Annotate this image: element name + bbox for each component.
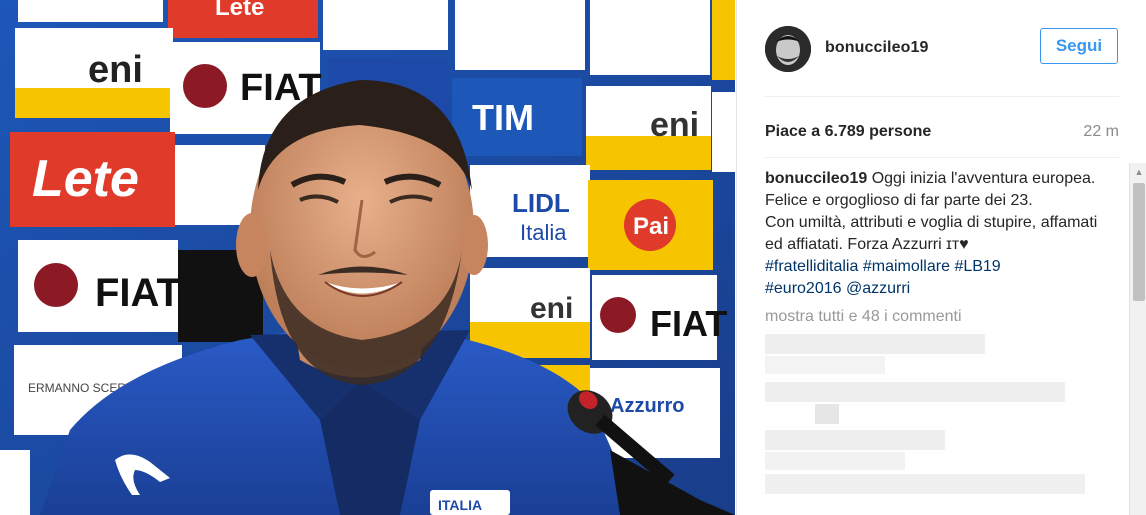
scroll-up-arrow-icon[interactable]: ▲ <box>1130 163 1146 179</box>
comments-scrollbar[interactable]: ▲ <box>1129 163 1146 515</box>
photo-scene: Lete eni FIAT TIM eni Lete LIDL Italia P… <box>0 0 735 515</box>
hashtag-lb19[interactable]: #LB19 <box>954 258 1000 275</box>
post-header: bonuccileo19 Segui <box>765 25 1119 73</box>
hashtag-maimollare[interactable]: #maimollare <box>863 258 950 275</box>
lidl-logo: LIDL <box>512 188 570 218</box>
post-sidebar: bonuccileo19 Segui Piace a 6.789 persone… <box>736 0 1146 515</box>
likes-count[interactable]: Piace a 6.789 persone <box>765 123 931 141</box>
post-timestamp[interactable]: 22 m <box>1083 123 1119 141</box>
lidl-logo-2: Azzurro <box>610 395 684 417</box>
caption-text-2: Con umiltà, attributi e voglia di stupir… <box>765 214 1098 253</box>
shirt-badge-text: ITALIA <box>438 497 482 513</box>
fiat-badge-2 <box>34 263 78 307</box>
hashtag-euro2016[interactable]: #euro2016 <box>765 280 842 297</box>
hashtag-fratelliditalia[interactable]: #fratelliditalia <box>765 258 858 275</box>
pai-logo: Pai <box>633 213 669 240</box>
header-divider <box>765 96 1119 97</box>
scrollbar-thumb[interactable] <box>1133 183 1145 301</box>
caption-username[interactable]: bonuccileo19 <box>765 170 867 187</box>
fiat-badge-3 <box>600 297 636 333</box>
fiat-logo-3: FIAT <box>650 303 727 344</box>
tim-logo: TIM <box>472 97 534 138</box>
follow-button[interactable]: Segui <box>1040 28 1118 64</box>
eni-logo-1: eni <box>88 49 143 91</box>
eni-logo-2: eni <box>650 106 699 144</box>
show-all-comments-link[interactable]: mostra tutti e 48 i commenti <box>765 308 1135 326</box>
mention-azzurri[interactable]: @azzurri <box>846 280 910 297</box>
lete-logo: Lete <box>32 150 139 208</box>
flag-heart-emoji: ɪᴛ♥ <box>946 236 969 253</box>
player-ear-left <box>236 213 268 277</box>
post-caption: bonuccileo19 Oggi inizia l'avventura eur… <box>765 168 1105 300</box>
player-ear-right <box>460 215 488 275</box>
post-photo[interactable]: Lete eni FIAT TIM eni Lete LIDL Italia P… <box>0 0 735 515</box>
username[interactable]: bonuccileo19 <box>825 39 928 57</box>
likes-divider <box>765 157 1119 158</box>
eni-logo-3: eni <box>530 292 573 325</box>
lete-logo-top: Lete <box>215 0 264 21</box>
blurred-comments <box>765 334 1105 494</box>
comments-section: bonuccileo19 Oggi inizia l'avventura eur… <box>765 168 1135 515</box>
fiat-badge-1 <box>183 64 227 108</box>
lidl-italia: Italia <box>520 220 567 245</box>
avatar[interactable] <box>765 26 811 72</box>
fiat-logo-2: FIAT <box>95 271 181 315</box>
